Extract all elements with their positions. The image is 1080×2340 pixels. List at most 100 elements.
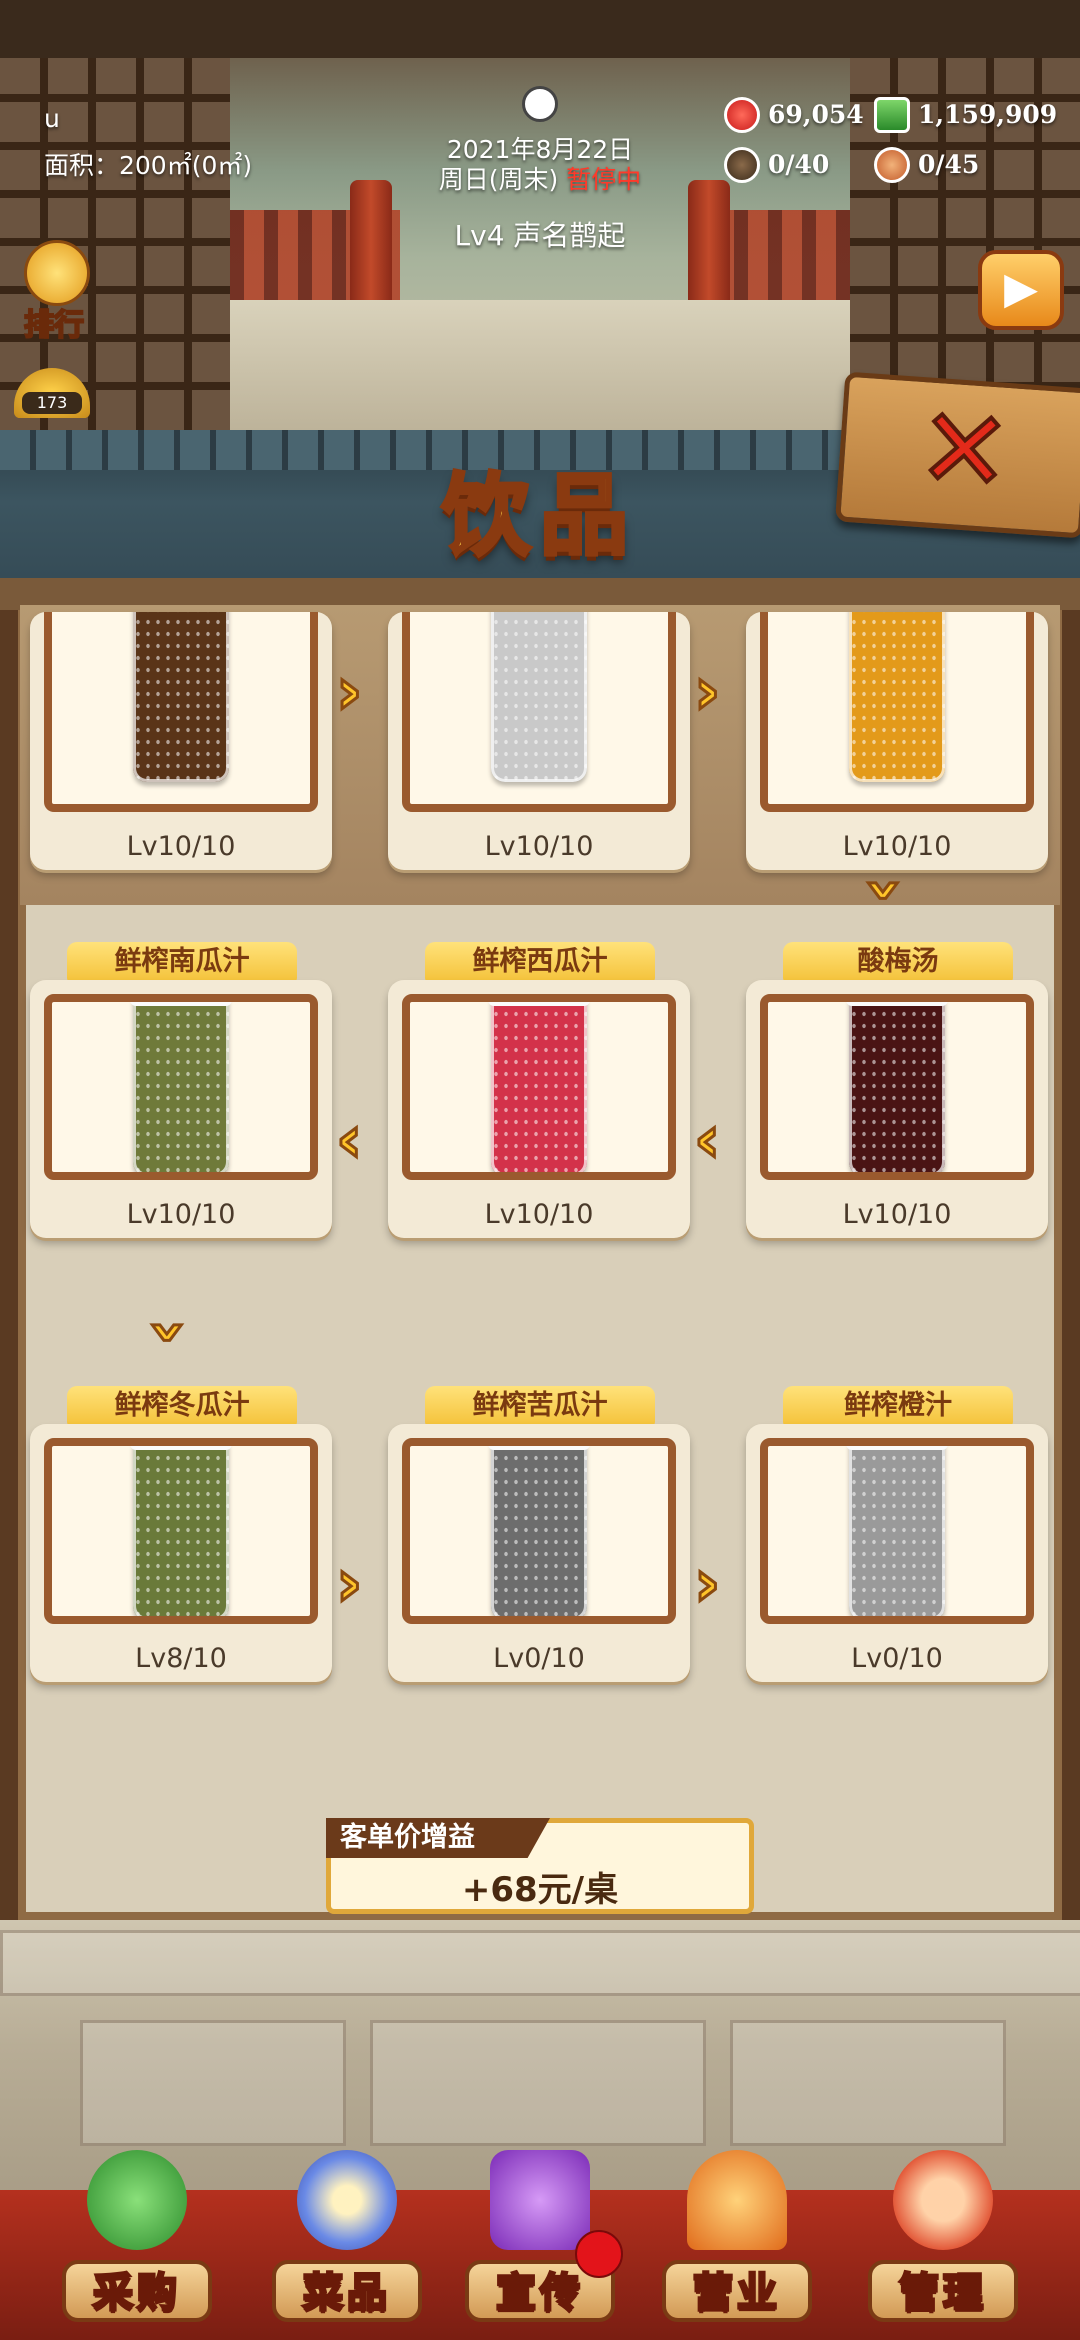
left-window-lattice [0,0,230,430]
card-frame [44,1438,318,1624]
drink-card-winter-melon[interactable]: Lv8/10 [30,1424,332,1682]
basket-icon [87,2150,187,2250]
drink-glass [130,1446,232,1616]
nav-label: 营业 [692,2269,781,2318]
close-button[interactable]: ✕ [835,371,1080,539]
game-weekday-status: 周日(周末) 暂停中 [400,160,680,196]
shop-area: 面积：200㎡(0㎡) [44,151,253,180]
drink-card-bitter-melon[interactable]: Lv0/10 [388,1424,690,1682]
drink-glass [130,1002,232,1172]
drink-card-plum-soup[interactable]: Lv10/10 [746,980,1048,1238]
drink-level: Lv10/10 [842,831,952,862]
card-frame [402,612,676,812]
video-icon [490,2150,590,2250]
floor-stone [730,2020,1006,2146]
chevron-right-icon: › [692,655,721,729]
drink-level: Lv10/10 [126,831,236,862]
card-frame [760,994,1034,1180]
drink-foam [846,1446,948,1450]
customer-count: 0/45 [918,150,980,179]
pause-status[interactable]: 暂停中 [566,165,641,194]
chevron-down-icon: › [847,875,924,904]
reputation-level: Lv4 声名鹊起 [454,219,626,252]
staff-icon [724,147,760,183]
card-frame [402,1438,676,1624]
nav-dishes[interactable]: 菜品 [262,2150,432,2340]
drink-level: Lv10/10 [126,1199,236,1230]
bell-icon [687,2150,787,2250]
drink-glass [849,612,945,782]
drink-glass [488,1002,590,1172]
nav-business[interactable]: 营业 [652,2150,822,2340]
drink-level: Lv10/10 [842,1199,952,1230]
price-bonus-label: 客单价增益 [326,1818,550,1858]
card-frame [760,612,1034,812]
chevron-right-icon: › [692,1547,721,1621]
staff-count: 0/40 [768,150,830,179]
weekday: 周日(周末) [438,165,559,194]
drink-card-partial[interactable]: Lv10/10 [388,612,690,870]
floor-step [0,1930,1080,1996]
drink-level: Lv10/10 [484,831,594,862]
drink-glass [133,612,229,782]
hearts-count: 69,054 [768,100,864,129]
chevron-right-icon: › [334,1547,363,1621]
drink-name-tab: 鲜榨南瓜汁 [67,942,297,982]
nav-purchase[interactable]: 采购 [52,2150,222,2340]
drink-level: Lv0/10 [493,1643,585,1674]
drink-card-pumpkin[interactable]: Lv10/10 [30,980,332,1238]
cash-icon [874,97,910,133]
drink-glass [846,1446,948,1616]
player-name: u [44,104,60,133]
card-frame [44,612,318,812]
drink-level: Lv0/10 [851,1643,943,1674]
nav-label: 管理 [898,2269,987,2318]
drink-name-tab: 鲜榨苦瓜汁 [425,1386,655,1426]
drink-foam [130,1446,232,1450]
drink-glass [488,1446,590,1616]
clock-icon[interactable] [522,86,558,122]
drink-card-partial[interactable]: Lv10/10 [746,612,1048,870]
drink-glass [846,1002,948,1172]
card-frame [760,1438,1034,1624]
nav-label: 采购 [92,2269,181,2318]
drink-level: Lv10/10 [484,1199,594,1230]
manager-icon [893,2150,993,2250]
floor-stone [370,2020,706,2146]
ranking-label: 排行 [23,307,85,344]
card-frame [44,994,318,1180]
drink-card-partial[interactable]: Lv10/10 [30,612,332,870]
drink-foam [846,1002,948,1006]
chevron-left-icon: › [335,1102,364,1179]
drink-card-orange[interactable]: Lv0/10 [746,1424,1048,1682]
chevron-right-icon: › [334,655,363,729]
star-icon [24,240,90,306]
play-icon: ▶ [1004,263,1038,314]
drink-name-tab: 鲜榨冬瓜汁 [67,1386,297,1426]
customer-icon [874,147,910,183]
drink-glass [491,612,587,782]
drink-foam [130,1002,232,1006]
drink-name-tab: 鲜榨西瓜汁 [425,942,655,982]
drink-name-tab: 酸梅汤 [783,942,1013,982]
nav-management[interactable]: 管理 [858,2150,1028,2340]
heart-icon [724,97,760,133]
drink-foam [488,1446,590,1450]
drink-foam [488,1002,590,1006]
dish-icon [297,2150,397,2250]
card-frame [402,994,676,1180]
nav-label: 菜品 [302,2269,391,2318]
drink-level: Lv8/10 [135,1643,227,1674]
floor-stone [80,2020,346,2146]
price-bonus-value: +68元/桌 [461,1870,619,1910]
cash-count: 1,159,909 [918,100,1058,129]
drink-card-watermelon[interactable]: Lv10/10 [388,980,690,1238]
close-icon: ✕ [912,381,1017,519]
helmet-badge: 173 [22,392,82,414]
drink-name-tab: 鲜榨橙汁 [783,1386,1013,1426]
nav-promotion[interactable]: 宣传 [455,2150,625,2340]
play-button[interactable]: ▶ [978,250,1064,330]
ranking-button[interactable]: 排行 [14,240,94,344]
chevron-left-icon: › [693,1102,722,1179]
chevron-down-icon: › [131,1317,208,1346]
